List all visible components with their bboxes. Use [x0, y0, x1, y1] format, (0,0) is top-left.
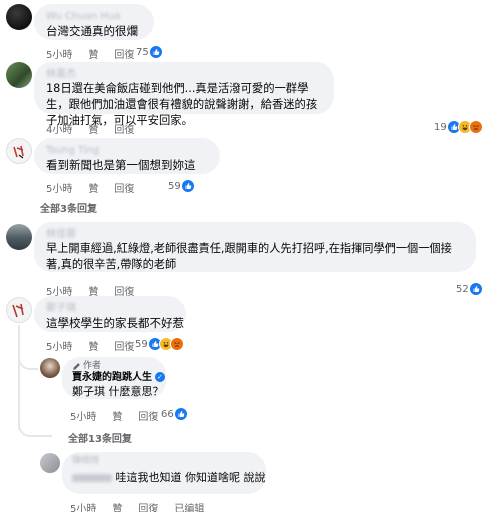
- reply-button[interactable]: 回復: [114, 121, 134, 136]
- commenter-name[interactable]: Tsung Ting: [46, 144, 208, 157]
- reply-button[interactable]: 回復: [114, 338, 134, 353]
- like-reaction-icon: [180, 179, 195, 193]
- reaction-summary[interactable]: 59: [168, 179, 195, 193]
- author-tag: 作者: [72, 361, 156, 372]
- reaction-summary[interactable]: 19: [434, 120, 483, 134]
- avatar[interactable]: [6, 138, 32, 164]
- comment-time[interactable]: 5小時: [46, 338, 72, 353]
- avatar[interactable]: [6, 224, 32, 250]
- like-button[interactable]: 贊: [88, 180, 98, 195]
- author-name-row: 賈永婕的跑跳人生 ✓: [72, 372, 165, 384]
- thread-connector: [18, 415, 52, 437]
- view-all-replies-link[interactable]: 全部13条回复: [68, 430, 132, 445]
- author-tag-label: 作者: [83, 361, 102, 371]
- commenter-name[interactable]: 林佳蓉: [46, 228, 464, 241]
- like-reaction-icon: [173, 407, 188, 421]
- avatar[interactable]: [6, 297, 32, 323]
- reaction-count: 59: [168, 180, 181, 192]
- comment-bubble: 林嘉杰 18日還在美侖飯店碰到他們...真是活潑可愛的一群學生，跟他們加油還會很…: [34, 62, 334, 127]
- avatar[interactable]: [6, 62, 32, 88]
- pen-icon: [73, 363, 80, 370]
- comment-bubble: 陳晴晴 哇這我也知道 你知道啥呢 說說: [62, 452, 266, 494]
- comment-actions: 4小時 贊 回復: [46, 121, 134, 136]
- commenter-name[interactable]: 鄭子琪: [46, 302, 174, 315]
- doodle-avatar-icon: [12, 303, 24, 318]
- reaction-count: 75: [136, 46, 149, 58]
- comment-bubble: 林佳蓉 早上開車經過,紅綠燈,老師很盡責任,跟開車的人先打招呼,在指揮同學們一個…: [34, 222, 476, 272]
- reply-button[interactable]: 回復: [114, 46, 134, 61]
- avatar[interactable]: [6, 4, 32, 30]
- reply-button[interactable]: 回復: [138, 500, 158, 512]
- reaction-summary[interactable]: 66: [161, 407, 188, 421]
- thread-connector: [18, 340, 38, 370]
- comment-actions: 5小時 贊 回復: [46, 180, 134, 195]
- angry-reaction-icon: [468, 120, 483, 134]
- comment-time[interactable]: 4小時: [46, 121, 72, 136]
- reaction-count: 66: [161, 408, 174, 420]
- reply-text: 哇這我也知道 你知道啥呢 說說: [115, 471, 266, 484]
- comment-bubble: Wu Chuan Hua 台灣交通真的很爛: [34, 4, 154, 40]
- view-more-replies-link[interactable]: 全部3条回复: [40, 200, 97, 215]
- comment-text: 台灣交通真的很爛: [46, 24, 138, 38]
- comment-bubble: 作者 賈永婕的跑跳人生 ✓ 鄭子琪 什麼意思？: [62, 357, 166, 399]
- comment-text: 這學校學生的家長都不好惹: [46, 316, 184, 330]
- reaction-summary[interactable]: 52: [456, 282, 483, 296]
- doodle-avatar-icon: [13, 145, 24, 159]
- comment-actions: 5小時 贊 回復: [46, 46, 134, 61]
- comment-actions: 5小時 贊 回復: [70, 408, 158, 423]
- verified-badge-icon: ✓: [155, 372, 165, 382]
- comment-actions: 5小時 贊 回復: [46, 338, 134, 353]
- like-reaction-icon: [148, 45, 163, 59]
- like-button[interactable]: 贊: [112, 408, 122, 423]
- angry-reaction-icon: [169, 337, 184, 351]
- comment-bubble: Tsung Ting 看到新聞也是第一個想到妳這: [34, 138, 220, 174]
- reply-text-row: 哇這我也知道 你知道啥呢 說說: [72, 467, 266, 489]
- commenter-name[interactable]: 陳晴晴: [72, 456, 256, 467]
- reaction-count: 59: [135, 338, 148, 350]
- edited-label: 已编辑: [174, 504, 205, 512]
- like-button[interactable]: 贊: [88, 121, 98, 136]
- like-button[interactable]: 贊: [88, 46, 98, 61]
- comment-bubble: 鄭子琪 這學校學生的家長都不好惹: [34, 296, 186, 332]
- mention-link[interactable]: 鄭子琪: [72, 385, 105, 398]
- reaction-count: 19: [434, 121, 447, 133]
- avatar[interactable]: [40, 453, 60, 473]
- reply-text-row: 鄭子琪 什麼意思？: [72, 384, 164, 399]
- reply-text: 什麼意思？: [108, 385, 164, 398]
- comment-text: 看到新聞也是第一個想到妳這: [46, 158, 196, 172]
- like-reaction-icon: [468, 282, 483, 296]
- comment-time[interactable]: 5小時: [46, 46, 72, 61]
- reaction-summary[interactable]: 59: [135, 337, 184, 351]
- comment-time[interactable]: 5小時: [70, 500, 96, 512]
- reaction-count: 52: [456, 283, 469, 295]
- like-button[interactable]: 贊: [88, 338, 98, 353]
- like-button[interactable]: 贊: [112, 500, 122, 512]
- commenter-name[interactable]: Wu Chuan Hua: [46, 10, 142, 23]
- author-avatar[interactable]: [40, 358, 60, 378]
- comment-time[interactable]: 5小時: [46, 180, 72, 195]
- reply-button[interactable]: 回復: [114, 180, 134, 195]
- reaction-summary[interactable]: 75: [136, 45, 163, 59]
- comment-text: 早上開車經過,紅綠燈,老師很盡責任,跟開車的人先打招呼,在指揮同學們一個一個接著…: [46, 242, 452, 271]
- redacted-mention: [72, 474, 112, 482]
- author-name[interactable]: 賈永婕的跑跳人生: [72, 372, 152, 383]
- comment-time[interactable]: 5小時: [70, 408, 96, 423]
- commenter-name[interactable]: 林嘉杰: [46, 68, 322, 81]
- comment-actions: 5小時 贊 回復 已编辑: [70, 500, 204, 512]
- reply-button[interactable]: 回復: [138, 408, 158, 423]
